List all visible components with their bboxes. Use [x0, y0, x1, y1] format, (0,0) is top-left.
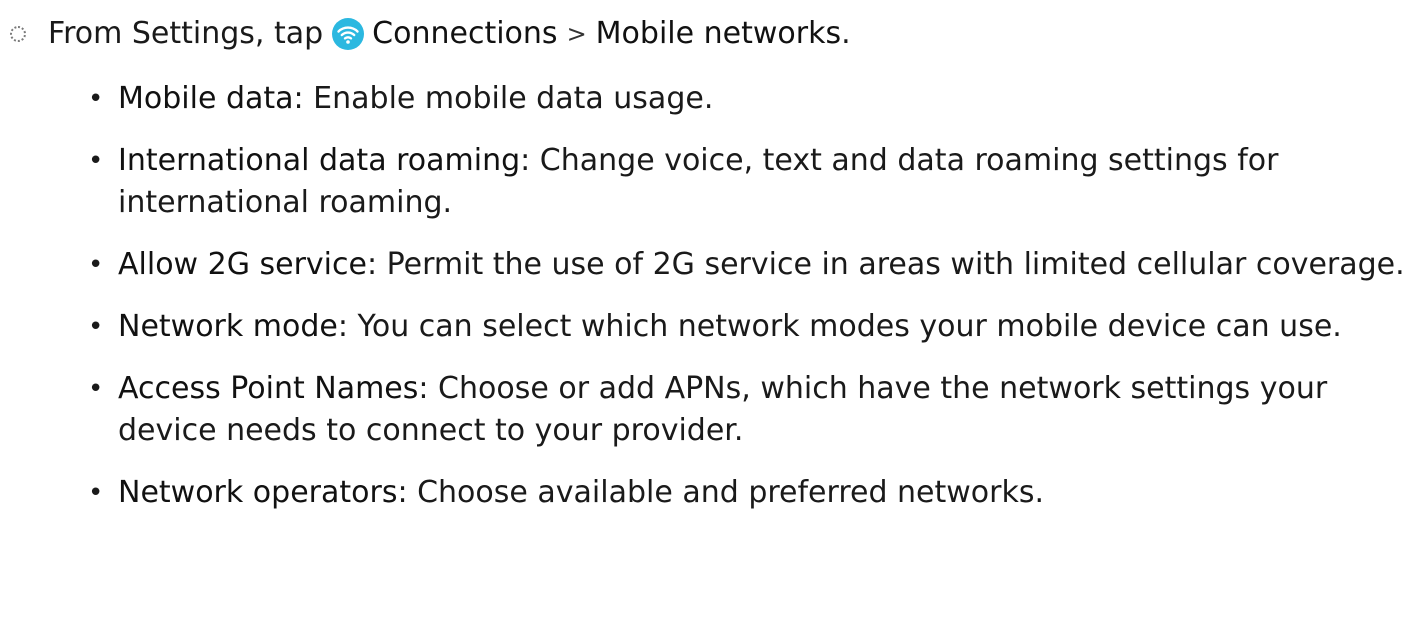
bullet-icon: •	[88, 146, 104, 176]
option-description: : Choose available and preferred network…	[397, 475, 1045, 510]
option-term: International data roaming	[118, 143, 521, 178]
option-description: : You can select which network modes you…	[337, 309, 1342, 344]
connections-label: Connections	[372, 16, 558, 51]
step-suffix: .	[841, 16, 851, 51]
list-item: • Allow 2G service: Permit the use of 2G…	[88, 244, 1408, 286]
step-marker-icon	[10, 26, 26, 42]
list-item: • Network mode: You can select which net…	[88, 306, 1408, 348]
step-instruction: From Settings, tap Connections > Mobile …	[0, 14, 851, 54]
list-item: • International data roaming: Change voi…	[88, 140, 1408, 224]
list-item: • Network operators: Choose available an…	[88, 472, 1408, 514]
bullet-icon: •	[88, 84, 104, 114]
list-item: • Mobile data: Enable mobile data usage.	[88, 78, 1408, 120]
option-description: : Enable mobile data usage.	[293, 81, 714, 116]
chevron-right-icon: >	[566, 20, 587, 48]
option-term: Mobile data	[118, 81, 294, 116]
option-term: Allow 2G service	[118, 247, 367, 282]
mobile-networks-label: Mobile networks	[595, 16, 842, 51]
options-list: • Mobile data: Enable mobile data usage.…	[88, 78, 1408, 534]
bullet-icon: •	[88, 478, 104, 508]
option-term: Network mode	[118, 309, 338, 344]
wifi-icon	[332, 18, 365, 50]
option-term: Access Point Names	[118, 371, 419, 406]
bullet-icon: •	[88, 250, 104, 280]
list-item: • Access Point Names: Choose or add APNs…	[88, 368, 1408, 452]
option-description: : Permit the use of 2G service in areas …	[366, 247, 1405, 282]
step-prefix: From Settings, tap	[48, 16, 324, 51]
bullet-icon: •	[88, 374, 104, 404]
bullet-icon: •	[88, 312, 104, 342]
option-term: Network operators	[118, 475, 398, 510]
